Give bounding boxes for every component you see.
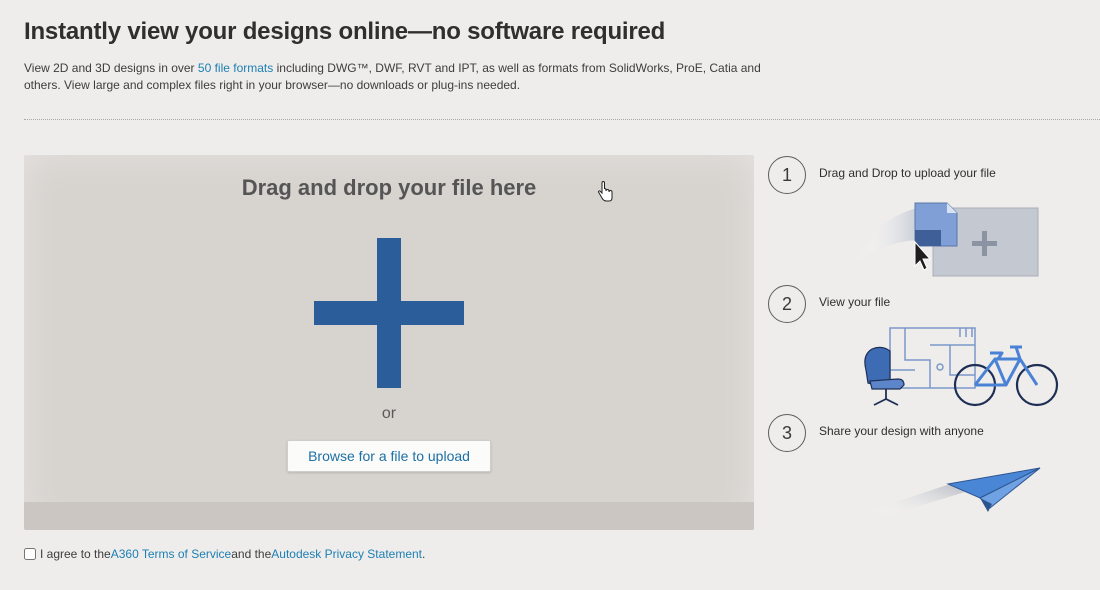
privacy-statement-link[interactable]: Autodesk Privacy Statement (271, 547, 422, 561)
step-label: View your file (819, 295, 891, 309)
terms-prefix: I agree to the (40, 547, 111, 561)
section-divider (24, 119, 1100, 120)
dropzone-footer (24, 502, 754, 530)
step-label: Share your design with anyone (819, 424, 984, 438)
terms-suffix: . (422, 547, 426, 561)
intro-prefix: View 2D and 3D designs in over (24, 61, 198, 75)
step-share: 3 Share your design with anyone (768, 414, 984, 452)
page-title: Instantly view your designs online—no so… (24, 18, 666, 45)
step-number-circle: 1 (768, 156, 806, 194)
dropzone-title: Drag and drop your file here (241, 175, 537, 200)
file-formats-link[interactable]: 50 file formats (198, 61, 273, 75)
step-label: Drag and Drop to upload your file (819, 166, 996, 180)
terms-of-service-link[interactable]: A360 Terms of Service (111, 547, 232, 561)
browse-file-button[interactable]: Browse for a file to upload (287, 440, 491, 472)
hand-cursor-icon (597, 181, 613, 202)
step-view: 2 View your file (768, 285, 890, 323)
terms-checkbox[interactable] (24, 548, 36, 560)
or-label: or (381, 405, 397, 422)
terms-agreement: I agree to the A360 Terms of Service and… (24, 547, 425, 561)
upload-illustration-icon (857, 202, 1039, 277)
terms-middle: and the (231, 547, 272, 561)
step-upload: 1 Drag and Drop to upload your file (768, 156, 996, 194)
view-design-illustration-icon (864, 327, 1059, 407)
step-number-circle: 2 (768, 285, 806, 323)
upload-dropzone[interactable]: Drag and drop your file here or Browse f… (24, 155, 754, 530)
intro-text: View 2D and 3D designs in over 50 file f… (24, 60, 784, 94)
plus-icon (314, 238, 464, 388)
step-number-circle: 3 (768, 414, 806, 452)
paper-plane-icon (872, 467, 1041, 518)
